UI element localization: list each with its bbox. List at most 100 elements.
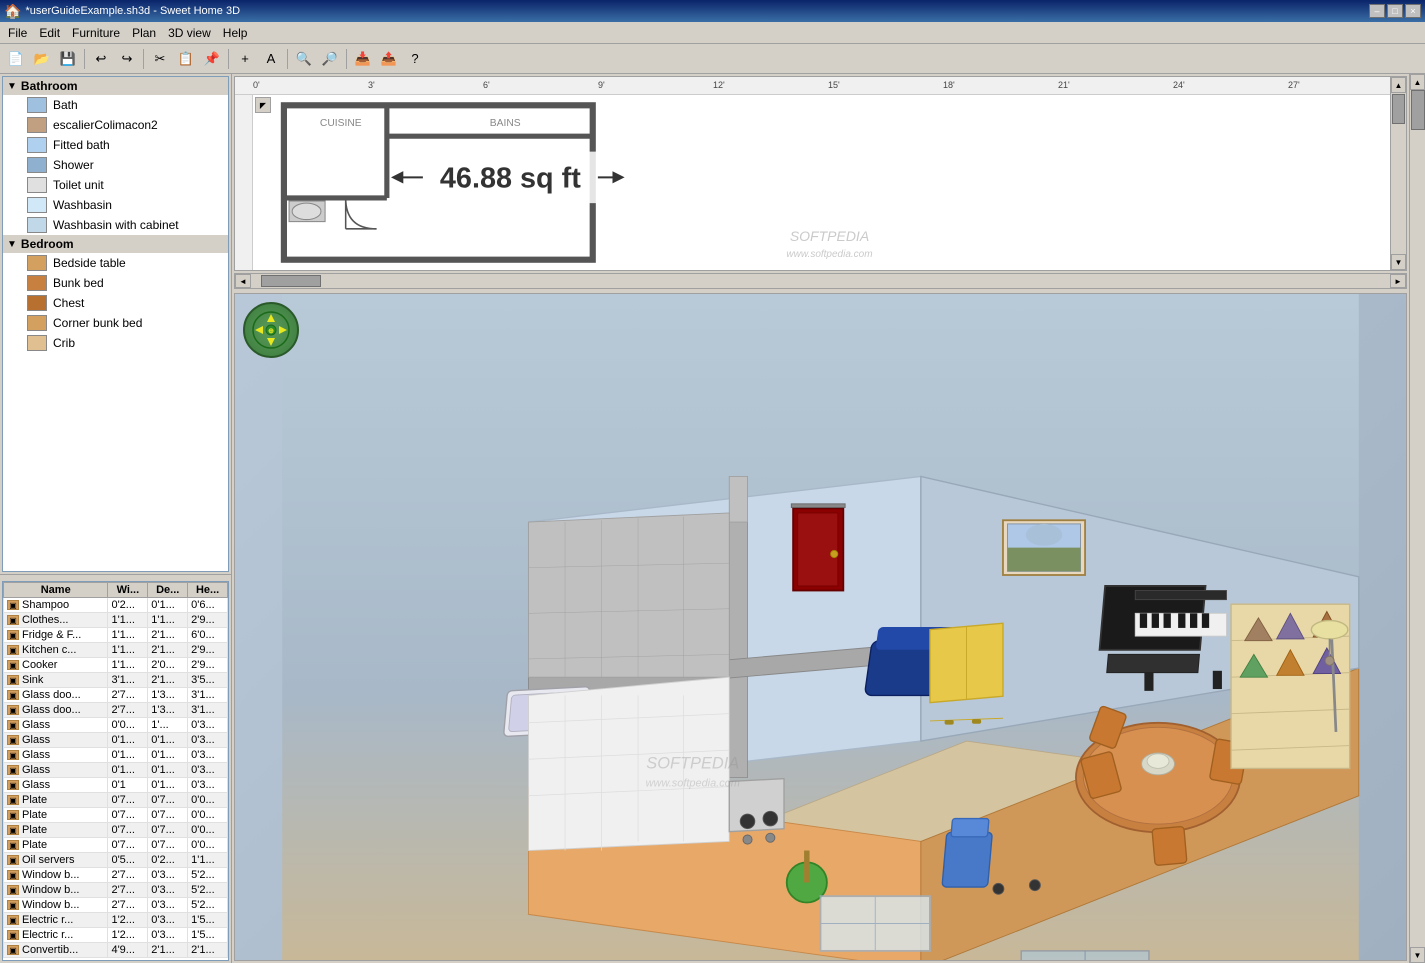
plan-canvas[interactable]: CUISINE BAINS 46.88 sq ft xyxy=(253,95,1406,270)
hscroll-left[interactable]: ◄ xyxy=(235,274,251,288)
tree-item-washbasin-with-cabinet[interactable]: Washbasin with cabinet xyxy=(3,215,228,235)
table-row[interactable]: ▣Window b...2'7...0'3...5'2... xyxy=(4,868,228,883)
menu-item-file[interactable]: File xyxy=(2,24,33,42)
vscroll-thumb[interactable] xyxy=(1411,90,1425,130)
furniture-item-label: Corner bunk bed xyxy=(53,316,142,330)
table-row[interactable]: ▣Electric r...1'2...0'3...1'5... xyxy=(4,913,228,928)
import-toolbar-button[interactable]: 📥 xyxy=(351,47,375,71)
hscroll-thumb[interactable] xyxy=(261,275,321,287)
table-cell-21-2: 0'3... xyxy=(148,913,188,928)
save-toolbar-button[interactable]: 💾 xyxy=(56,47,80,71)
navigation-compass[interactable]: ⊕ xyxy=(243,302,299,358)
table-row[interactable]: ▣Oil servers0'5...0'2...1'1... xyxy=(4,853,228,868)
table-cell-19-3: 5'2... xyxy=(188,883,228,898)
category-bedroom[interactable]: ▼Bedroom xyxy=(3,235,228,253)
tree-item-bath[interactable]: Bath xyxy=(3,95,228,115)
menu-item-plan[interactable]: Plan xyxy=(126,24,162,42)
minimize-button[interactable]: – xyxy=(1369,4,1385,18)
table-row[interactable]: ▣Convertib...4'9...2'1...2'1... xyxy=(4,943,228,958)
new-toolbar-button[interactable]: 📄 xyxy=(4,47,28,71)
close-button[interactable]: × xyxy=(1405,4,1421,18)
table-row[interactable]: ▣Glass0'1...0'1...0'3... xyxy=(4,733,228,748)
table-row[interactable]: ▣Plate0'7...0'7...0'0... xyxy=(4,823,228,838)
undo-toolbar-button[interactable]: ↩ xyxy=(89,47,113,71)
table-cell-19-0: ▣Window b... xyxy=(4,883,108,898)
add-furniture-toolbar-button[interactable]: + xyxy=(233,47,257,71)
copy-toolbar-button[interactable]: 📋 xyxy=(174,47,198,71)
plan-vscroll[interactable]: ▲ ▼ xyxy=(1390,77,1406,270)
maximize-button[interactable]: □ xyxy=(1387,4,1403,18)
table-row[interactable]: ▣Fridge & F...1'1...2'1...6'0... xyxy=(4,628,228,643)
table-row[interactable]: ▣Window b...2'7...0'3...5'2... xyxy=(4,883,228,898)
table-cell-9-3: 0'3... xyxy=(188,733,228,748)
table-row[interactable]: ▣Glass0'1...0'1...0'3... xyxy=(4,763,228,778)
tree-item-shower[interactable]: Shower xyxy=(3,155,228,175)
help-toolbar-button[interactable]: ? xyxy=(403,47,427,71)
table-row[interactable]: ▣Window b...2'7...0'3...5'2... xyxy=(4,898,228,913)
menu-item-3d-view[interactable]: 3D view xyxy=(162,24,217,42)
table-row[interactable]: ▣Cooker1'1...2'0...2'9... xyxy=(4,658,228,673)
table-row[interactable]: ▣Clothes...1'1...1'1...2'9... xyxy=(4,613,228,628)
panel-resize-handle[interactable] xyxy=(0,574,231,579)
tree-item-fitted-bath[interactable]: Fitted bath xyxy=(3,135,228,155)
table-row[interactable]: ▣Glass doo...2'7...1'3...3'1... xyxy=(4,688,228,703)
view-3d[interactable]: SOFTPEDIA www.softpedia.com xyxy=(234,293,1407,961)
menu-item-furniture[interactable]: Furniture xyxy=(66,24,126,42)
table-row[interactable]: ▣Plate0'7...0'7...0'0... xyxy=(4,793,228,808)
table-row[interactable]: ▣Shampoo0'2...0'1...0'6... xyxy=(4,598,228,613)
menu-item-help[interactable]: Help xyxy=(217,24,254,42)
zoom-out-toolbar-button[interactable]: 🔎 xyxy=(318,47,342,71)
tree-item-chest[interactable]: Chest xyxy=(3,293,228,313)
table-row[interactable]: ▣Glass0'1...0'1...0'3... xyxy=(4,748,228,763)
table-row[interactable]: ▣Plate0'7...0'7...0'0... xyxy=(4,808,228,823)
vscroll-down[interactable]: ▼ xyxy=(1410,947,1425,963)
tree-item-corner-bunk-bed[interactable]: Corner bunk bed xyxy=(3,313,228,333)
ruler-mark-5: 15' xyxy=(828,80,840,90)
table-row[interactable]: ▣Plate0'7...0'7...0'0... xyxy=(4,838,228,853)
tree-item-bunk-bed[interactable]: Bunk bed xyxy=(3,273,228,293)
table-cell-1-0: ▣Clothes... xyxy=(4,613,108,628)
text-toolbar-button[interactable]: A xyxy=(259,47,283,71)
table-row[interactable]: ▣Glass0'0...1'...0'3... xyxy=(4,718,228,733)
category-bathroom[interactable]: ▼Bathroom xyxy=(3,77,228,95)
redo-toolbar-button[interactable]: ↪ xyxy=(115,47,139,71)
menu-item-edit[interactable]: Edit xyxy=(33,24,66,42)
table-row[interactable]: ▣Electric r...1'2...0'3...1'5... xyxy=(4,928,228,943)
table-cell-17-3: 1'1... xyxy=(188,853,228,868)
plan-view[interactable]: 0'3'6'9'12'15'18'21'24'27' CUISINE BAINS xyxy=(234,76,1407,271)
paste-toolbar-button[interactable]: 📌 xyxy=(200,47,224,71)
open-toolbar-button[interactable]: 📂 xyxy=(30,47,54,71)
scroll-up-arrow[interactable]: ▲ xyxy=(1391,77,1406,93)
scroll-down-arrow[interactable]: ▼ xyxy=(1391,254,1406,270)
plan-scroll-corner[interactable]: ◤ xyxy=(255,97,271,113)
scroll-thumb[interactable] xyxy=(1392,94,1405,124)
table-row[interactable]: ▣Glass0'10'1...0'3... xyxy=(4,778,228,793)
plan-hscroll[interactable]: ◄ ► xyxy=(234,273,1407,289)
table-cell-11-0: ▣Glass xyxy=(4,763,108,778)
table-cell-8-3: 0'3... xyxy=(188,718,228,733)
table-cell-10-0: ▣Glass xyxy=(4,748,108,763)
table-col-he-: He... xyxy=(188,583,228,598)
hscroll-right[interactable]: ► xyxy=(1390,274,1406,288)
furniture-table[interactable]: NameWi...De...He... ▣Shampoo0'2...0'1...… xyxy=(2,581,229,961)
furniture-tree[interactable]: ▼Bathroom Bath escalierColimacon2 Fitted… xyxy=(2,76,229,572)
tree-item-washbasin[interactable]: Washbasin xyxy=(3,195,228,215)
table-row[interactable]: ▣Sink3'1...2'1...3'5... xyxy=(4,673,228,688)
furniture-item-label: Shower xyxy=(53,158,94,172)
tree-item-toilet-unit[interactable]: Toilet unit xyxy=(3,175,228,195)
vscroll-up[interactable]: ▲ xyxy=(1410,74,1425,90)
table-cell-2-0: ▣Fridge & F... xyxy=(4,628,108,643)
right-vscroll[interactable]: ▲ ▼ xyxy=(1409,74,1425,963)
tree-item-escaliercolimacon2[interactable]: escalierColimacon2 xyxy=(3,115,228,135)
table-row[interactable]: ▣Glass doo...2'7...1'3...3'1... xyxy=(4,703,228,718)
tree-item-bedside-table[interactable]: Bedside table xyxy=(3,253,228,273)
table-cell-22-2: 0'3... xyxy=(148,928,188,943)
category-arrow: ▼ xyxy=(7,81,17,92)
tree-item-crib[interactable]: Crib xyxy=(3,333,228,353)
table-cell-8-0: ▣Glass xyxy=(4,718,108,733)
zoom-in-toolbar-button[interactable]: 🔍 xyxy=(292,47,316,71)
export-toolbar-button[interactable]: 📤 xyxy=(377,47,401,71)
table-cell-23-3: 2'1... xyxy=(188,943,228,958)
cut-toolbar-button[interactable]: ✂ xyxy=(148,47,172,71)
table-row[interactable]: ▣Kitchen c...1'1...2'1...2'9... xyxy=(4,643,228,658)
